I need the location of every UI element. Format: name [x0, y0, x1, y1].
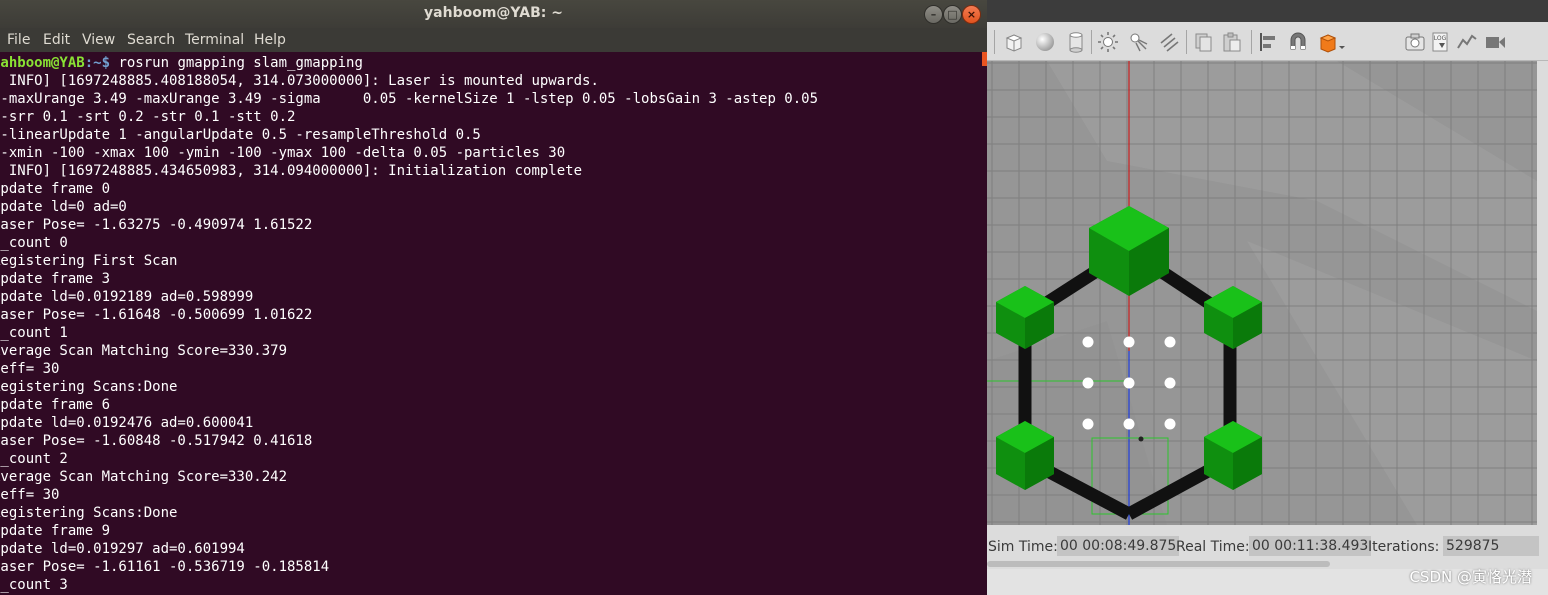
sim-time-value: 00 00:08:49.875 — [1057, 536, 1180, 556]
maximize-button[interactable]: □ — [943, 5, 962, 24]
terminal-line: -maxUrange 3.49 -maxUrange 3.49 -sigma 0… — [0, 91, 819, 107]
terminal-line: Laser Pose= -1.61161 -0.536719 -0.185814 — [0, 559, 330, 575]
terminal-line: Registering Scans:Done — [0, 379, 178, 395]
screenshot-icon[interactable] — [1404, 31, 1426, 53]
terminal-line: update ld=0.0192189 ad=0.598999 — [0, 289, 254, 305]
terminal-line: update frame 0 — [0, 181, 111, 197]
menu-terminal[interactable]: Terminal — [185, 32, 244, 48]
menu-view[interactable]: View — [82, 32, 115, 48]
toolbar-separator — [994, 30, 995, 54]
hex-block-lower-right[interactable] — [1204, 421, 1262, 490]
terminal-line: -srr 0.1 -srt 0.2 -str 0.1 -stt 0.2 — [0, 109, 296, 125]
terminal-line: update ld=0 ad=0 — [0, 199, 127, 215]
record-icon[interactable] — [1484, 31, 1506, 53]
sim-time-label: Sim Time: — [988, 539, 1058, 555]
terminal-line: -linearUpdate 1 -angularUpdate 0.5 -resa… — [0, 127, 481, 143]
terminal-line: -xmin -100 -xmax 100 -ymin -100 -ymax 10… — [0, 145, 566, 161]
gazebo-toolbar: LOG — [987, 22, 1548, 61]
log-icon-label: LOG — [1434, 35, 1447, 42]
terminal-line: Laser Pose= -1.63275 -0.490974 1.61522 — [0, 217, 313, 233]
menu-edit[interactable]: Edit — [43, 32, 70, 48]
iterations-label: Iterations: — [1368, 539, 1440, 555]
prompt-path: :~$ — [84, 55, 111, 71]
prompt-user: yahboom@YAB — [0, 55, 85, 71]
terminal-line: update frame 9 — [0, 523, 111, 539]
terminal-prompt-line: yahboom@YAB:~$ rosrun gmapping slam_gmap… — [0, 54, 363, 72]
copy-icon[interactable] — [1192, 31, 1214, 53]
terminal-line: m_count 1 — [0, 325, 68, 341]
status-bar-scrollbar[interactable] — [987, 561, 1330, 567]
hex-block-top[interactable] — [1089, 206, 1169, 296]
sun-light-icon[interactable] — [1097, 31, 1119, 53]
terminal-line: Registering First Scan — [0, 253, 178, 269]
terminal-line: Laser Pose= -1.60848 -0.517942 0.41618 — [0, 433, 313, 449]
real-time-label: Real Time: — [1176, 539, 1250, 555]
terminal-line: neff= 30 — [0, 487, 60, 503]
scene-viewport[interactable] — [987, 61, 1537, 525]
terminal-line: m_count 2 — [0, 451, 68, 467]
close-button[interactable]: × — [962, 5, 981, 24]
toolbar-separator — [1091, 30, 1092, 54]
cylinder-icon[interactable] — [1065, 31, 1087, 53]
prompt-command: rosrun gmapping slam_gmapping — [110, 55, 363, 71]
csdn-watermark: CSDN @寅恪光潜 — [1409, 568, 1532, 586]
terminal-line: update ld=0.0192476 ad=0.600041 — [0, 415, 254, 431]
terminal-line: Average Scan Matching Score=330.379 — [0, 343, 288, 359]
sphere-icon[interactable] — [1034, 31, 1056, 53]
terminal-line: [ INFO] [1697248885.408188054, 314.07300… — [0, 73, 599, 89]
align-icon[interactable] — [1257, 31, 1279, 53]
menu-file[interactable]: File — [7, 32, 30, 48]
hex-block-upper-left[interactable] — [996, 286, 1054, 349]
magnet-icon[interactable] — [1287, 31, 1309, 53]
menu-search[interactable]: Search — [127, 32, 175, 48]
terminal-title: yahboom@YAB: ~ — [424, 5, 563, 21]
terminal-line: neff= 30 — [0, 361, 60, 377]
real-time-value: 00 00:11:38.493 — [1249, 536, 1372, 556]
terminal-line: update frame 6 — [0, 397, 111, 413]
terminal-window: yahboom@YAB: ~ – □ × File Edit View Sear… — [0, 0, 987, 595]
iterations-value: 529875 — [1443, 536, 1539, 556]
terminal-line: Average Scan Matching Score=330.242 — [0, 469, 288, 485]
terminal-titlebar[interactable]: yahboom@YAB: ~ – □ × — [0, 0, 987, 28]
spot-light-icon[interactable] — [1127, 31, 1149, 53]
directional-light-icon[interactable] — [1158, 31, 1180, 53]
gazebo-window: LOG Sim Time: 00 00:08:49.875 Real Time:… — [987, 0, 1548, 595]
terminal-line: Laser Pose= -1.61648 -0.500699 1.01622 — [0, 307, 313, 323]
menu-help[interactable]: Help — [254, 32, 286, 48]
toolbar-separator — [1251, 30, 1252, 54]
terminal-line: m_count 3 — [0, 577, 68, 593]
box-icon[interactable] — [1003, 31, 1025, 53]
log-icon[interactable]: LOG — [1430, 31, 1452, 53]
terminal-output[interactable]: yahboom@YAB:~$ rosrun gmapping slam_gmap… — [0, 52, 987, 595]
scene-side-panel-handle[interactable] — [1537, 61, 1548, 525]
terminal-line: update ld=0.019297 ad=0.601994 — [0, 541, 245, 557]
minimize-button[interactable]: – — [924, 5, 943, 24]
terminal-line: m_count 0 — [0, 235, 68, 251]
hex-block-upper-right[interactable] — [1204, 286, 1262, 349]
toolbar-separator — [1186, 30, 1187, 54]
paste-icon[interactable] — [1221, 31, 1243, 53]
color-icon[interactable] — [1318, 31, 1348, 53]
terminal-menubar: File Edit View Search Terminal Help — [0, 28, 987, 52]
plot-icon[interactable] — [1456, 31, 1478, 53]
terminal-line: Registering Scans:Done — [0, 505, 178, 521]
terminal-line: update frame 3 — [0, 271, 111, 287]
gazebo-3d-scene[interactable] — [987, 61, 1537, 525]
terminal-line: [ INFO] [1697248885.434650983, 314.09400… — [0, 163, 583, 179]
gazebo-titlebar[interactable] — [987, 0, 1548, 22]
robot-marker — [1138, 436, 1144, 442]
